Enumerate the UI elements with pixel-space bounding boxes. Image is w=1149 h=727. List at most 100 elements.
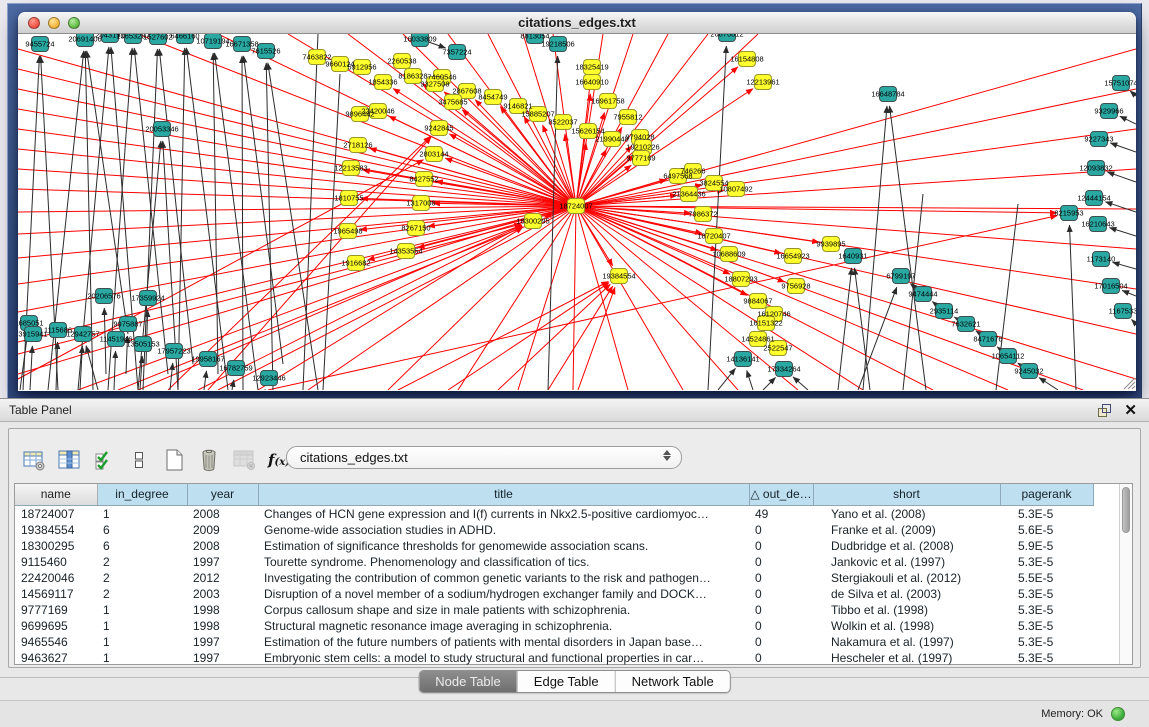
table-cell[interactable]: Tibbo et al. (1998) bbox=[813, 602, 1000, 618]
network-window[interactable]: citations_edges.txt bbox=[18, 12, 1136, 391]
table-cell[interactable]: 0 bbox=[749, 650, 813, 666]
table-selector-dropdown[interactable]: citations_edges.txt bbox=[286, 446, 682, 469]
memory-status-indicator[interactable] bbox=[1111, 707, 1125, 721]
table-cell[interactable]: 0 bbox=[749, 522, 813, 538]
tab-node-table[interactable]: Node Table bbox=[419, 671, 517, 692]
table-row[interactable]: 1872400712008Changes of HCN gene express… bbox=[15, 505, 1119, 522]
table-cell[interactable]: Estimation of the future numbers of pati… bbox=[258, 634, 749, 650]
tab-network-table[interactable]: Network Table bbox=[615, 671, 730, 692]
table-cell[interactable]: Disruption of a novel member of a sodium… bbox=[258, 586, 749, 602]
table-row[interactable]: 1830029562008Estimation of significance … bbox=[15, 538, 1119, 554]
table-cell[interactable]: 1 bbox=[97, 650, 187, 666]
table-cell[interactable]: Changes of HCN gene expression and I(f) … bbox=[258, 505, 749, 522]
table-cell[interactable]: Genome-wide association studies in ADHD. bbox=[258, 522, 749, 538]
table-cell[interactable]: 2 bbox=[97, 586, 187, 602]
vertical-scrollbar[interactable] bbox=[1119, 484, 1132, 664]
table-cell[interactable]: 49 bbox=[749, 505, 813, 522]
delete-table-icon[interactable] bbox=[196, 447, 222, 473]
float-window-icon[interactable] bbox=[1097, 403, 1112, 418]
table-cell[interactable]: 1998 bbox=[187, 618, 258, 634]
table-cell[interactable]: 5.3E-5 bbox=[1000, 650, 1093, 666]
table-cell[interactable]: Investigating the contribution of common… bbox=[258, 570, 749, 586]
table-cell[interactable]: de Silva et al. (2003) bbox=[813, 586, 1000, 602]
row-height-icon[interactable] bbox=[126, 447, 152, 473]
table-cell[interactable]: Structural magnetic resonance image aver… bbox=[258, 618, 749, 634]
table-cell[interactable]: Embryonic stem cells: a model to study s… bbox=[258, 650, 749, 666]
node-table-grid[interactable]: namein_degreeyeartitle△ out_de…shortpage… bbox=[15, 484, 1119, 666]
network-window-titlebar[interactable]: citations_edges.txt bbox=[18, 12, 1136, 34]
table-cell[interactable]: 1 bbox=[97, 634, 187, 650]
table-cell[interactable]: 19384554 bbox=[15, 522, 97, 538]
column-header-year[interactable]: year bbox=[187, 484, 258, 505]
column-header-in_degree[interactable]: in_degree bbox=[97, 484, 187, 505]
column-header-short[interactable]: short bbox=[813, 484, 1000, 505]
table-cell[interactable]: 6 bbox=[97, 522, 187, 538]
table-cell[interactable]: 5.3E-5 bbox=[1000, 586, 1093, 602]
table-cell[interactable]: 6 bbox=[97, 538, 187, 554]
show-columns-icon[interactable] bbox=[56, 447, 82, 473]
select-rows-icon[interactable] bbox=[91, 447, 117, 473]
table-cell[interactable]: 18724007 bbox=[15, 505, 97, 522]
table-row[interactable]: 911546021997Tourette syndrome. Phenomeno… bbox=[15, 554, 1119, 570]
table-cell[interactable]: 9463627 bbox=[15, 650, 97, 666]
table-cell[interactable]: 9777169 bbox=[15, 602, 97, 618]
table-cell[interactable]: 5.5E-5 bbox=[1000, 570, 1093, 586]
table-cell[interactable]: 1997 bbox=[187, 634, 258, 650]
table-cell[interactable]: 5.9E-5 bbox=[1000, 538, 1093, 554]
tab-edge-table[interactable]: Edge Table bbox=[517, 671, 615, 692]
table-cell[interactable]: 1998 bbox=[187, 602, 258, 618]
column-header-title[interactable]: title bbox=[258, 484, 749, 505]
table-settings-icon[interactable] bbox=[21, 447, 47, 473]
create-table-icon[interactable] bbox=[161, 447, 187, 473]
table-cell[interactable]: 0 bbox=[749, 602, 813, 618]
column-header-out_de[interactable]: △ out_de… bbox=[749, 484, 813, 505]
table-cell[interactable]: 5.3E-5 bbox=[1000, 505, 1093, 522]
table-cell[interactable]: Jankovic et al. (1997) bbox=[813, 554, 1000, 570]
table-cell[interactable]: 5.3E-5 bbox=[1000, 554, 1093, 570]
table-cell[interactable]: 1 bbox=[97, 602, 187, 618]
table-cell[interactable]: 0 bbox=[749, 634, 813, 650]
table-cell[interactable]: 1997 bbox=[187, 554, 258, 570]
resize-grip-icon[interactable] bbox=[1124, 378, 1135, 389]
table-cell[interactable]: Dudbridge et al. (2008) bbox=[813, 538, 1000, 554]
table-row[interactable]: 1456911722003Disruption of a novel membe… bbox=[15, 586, 1119, 602]
table-cell[interactable]: Hescheler et al. (1997) bbox=[813, 650, 1000, 666]
table-cell[interactable]: 0 bbox=[749, 618, 813, 634]
table-cell[interactable]: Stergiakouli et al. (2012) bbox=[813, 570, 1000, 586]
table-cell[interactable]: Yano et al. (2008) bbox=[813, 505, 1000, 522]
table-cell[interactable]: Nakamura et al. (1997) bbox=[813, 634, 1000, 650]
table-cell[interactable]: 9115460 bbox=[15, 554, 97, 570]
table-cell[interactable]: 1 bbox=[97, 505, 187, 522]
table-row[interactable]: 2242004622012Investigating the contribut… bbox=[15, 570, 1119, 586]
table-cell[interactable]: 0 bbox=[749, 538, 813, 554]
table-cell[interactable]: 5.6E-5 bbox=[1000, 522, 1093, 538]
table-cell[interactable]: Estimation of significance thresholds fo… bbox=[258, 538, 749, 554]
table-cell[interactable]: 2008 bbox=[187, 505, 258, 522]
scrollbar-thumb[interactable] bbox=[1122, 487, 1130, 533]
table-cell[interactable]: 14569117 bbox=[15, 586, 97, 602]
close-icon[interactable]: ✕ bbox=[1124, 402, 1137, 419]
table-cell[interactable]: Corpus callosum shape and size in male p… bbox=[258, 602, 749, 618]
table-cell[interactable]: 5.3E-5 bbox=[1000, 618, 1093, 634]
table-cell[interactable]: 18300295 bbox=[15, 538, 97, 554]
table-cell[interactable]: 1997 bbox=[187, 650, 258, 666]
table-cell[interactable]: 2009 bbox=[187, 522, 258, 538]
network-view[interactable]: 9455724206914062043191106532871527602646… bbox=[18, 34, 1136, 390]
table-row[interactable]: 977716911998Corpus callosum shape and si… bbox=[15, 602, 1119, 618]
table-row[interactable]: 946554611997Estimation of the future num… bbox=[15, 634, 1119, 650]
column-header-pagerank[interactable]: pagerank bbox=[1000, 484, 1093, 505]
table-cell[interactable]: 5.3E-5 bbox=[1000, 634, 1093, 650]
table-cell[interactable]: 22420046 bbox=[15, 570, 97, 586]
table-cell[interactable]: 5.3E-5 bbox=[1000, 602, 1093, 618]
column-header-name[interactable]: name bbox=[15, 484, 97, 505]
table-cell[interactable]: 2012 bbox=[187, 570, 258, 586]
table-row[interactable]: 1938455462009Genome-wide association stu… bbox=[15, 522, 1119, 538]
table-cell[interactable]: 2 bbox=[97, 570, 187, 586]
table-cell[interactable]: 9699695 bbox=[15, 618, 97, 634]
table-cell[interactable]: 2003 bbox=[187, 586, 258, 602]
table-cell[interactable]: Franke et al. (2009) bbox=[813, 522, 1000, 538]
table-row[interactable]: 969969511998Structural magnetic resonanc… bbox=[15, 618, 1119, 634]
table-row[interactable]: 946362711997Embryonic stem cells: a mode… bbox=[15, 650, 1119, 666]
network-canvas[interactable]: 9455724206914062043191106532871527602646… bbox=[18, 34, 1136, 390]
table-cell[interactable]: 2 bbox=[97, 554, 187, 570]
